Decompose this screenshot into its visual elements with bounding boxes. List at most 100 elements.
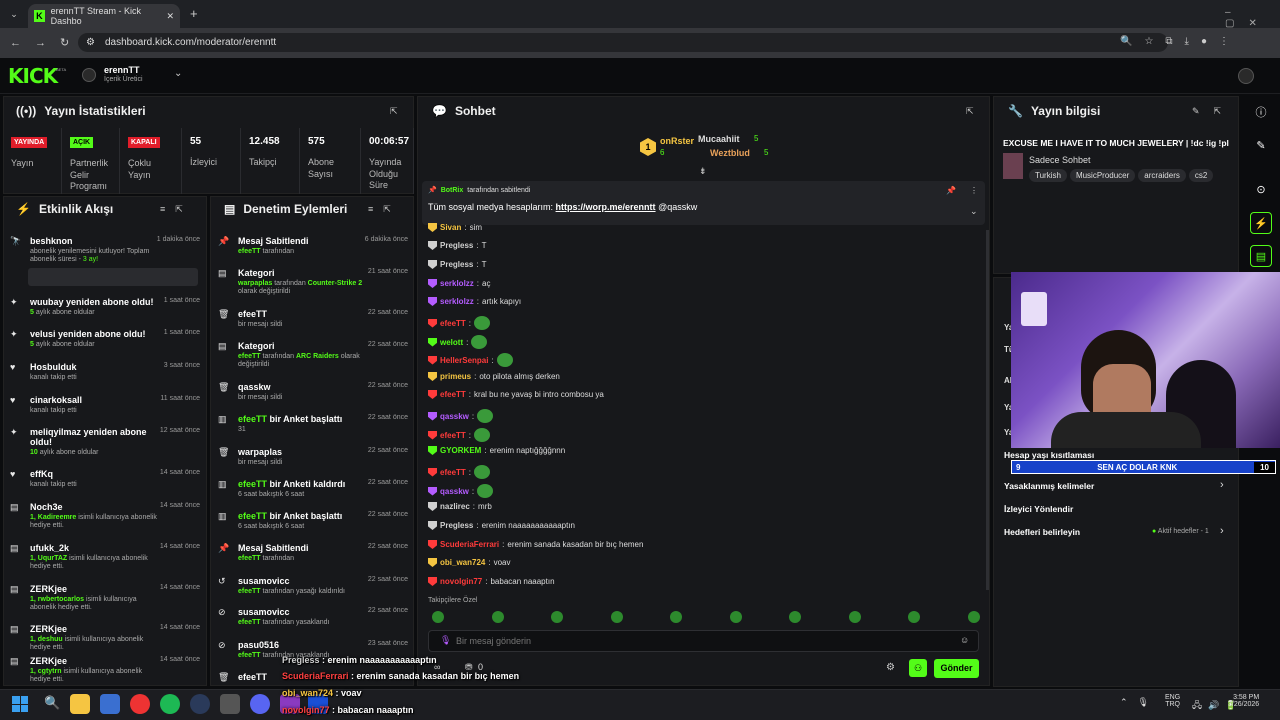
chat-username[interactable]: qasskw bbox=[440, 412, 469, 421]
chrome-icon[interactable] bbox=[130, 694, 150, 714]
emoji-icon[interactable]: ☺ bbox=[960, 635, 969, 645]
window-controls[interactable]: –▢✕ bbox=[1225, 7, 1280, 29]
popout-icon[interactable]: ⇱ bbox=[966, 106, 974, 117]
start-icon[interactable] bbox=[12, 696, 28, 712]
chat-username[interactable]: efeeTT bbox=[440, 390, 466, 399]
activity-item[interactable]: ▤ ufukk_2k 1, UqurTAZ isimli kullanıcıya a… bbox=[10, 543, 200, 572]
close-tab-icon[interactable]: ✕ bbox=[166, 11, 174, 22]
stream-tag[interactable]: Turkish bbox=[1029, 169, 1067, 182]
tray-icons[interactable]: ⌃🎙 bbox=[1120, 697, 1159, 708]
url-field[interactable]: ⚙ dashboard.kick.com/moderator/erenntt bbox=[78, 33, 1168, 52]
setting-banned-words[interactable]: Yasaklanmış kelimeler bbox=[1004, 481, 1094, 491]
chat-username[interactable]: primeus bbox=[440, 372, 471, 381]
moderation-item[interactable]: 📌 Mesaj Sabitlendi efeeTT tarafından 22 saa… bbox=[218, 543, 408, 563]
emote-button[interactable] bbox=[670, 611, 682, 623]
channel-name[interactable]: erennTT bbox=[104, 65, 140, 75]
chat-username[interactable]: Pregless bbox=[440, 521, 473, 530]
chat-username[interactable]: serklolzz bbox=[440, 297, 474, 306]
emote-button[interactable] bbox=[551, 611, 563, 623]
chat-username[interactable]: Pregless bbox=[440, 260, 473, 269]
filter-icon[interactable]: ≡⇱ bbox=[368, 204, 401, 215]
settings-gear-icon[interactable]: ⚙ bbox=[886, 662, 895, 673]
store-icon[interactable] bbox=[100, 694, 120, 714]
expand-leaders-icon[interactable]: ⇟ bbox=[699, 166, 707, 177]
browser-toolbar-icons[interactable]: 🔍☆⧉⤓●⋮ bbox=[1120, 36, 1241, 47]
filter-icon[interactable]: ≡⇱ bbox=[160, 204, 193, 215]
pinned-link[interactable]: https://worp.me/erenntt bbox=[556, 202, 656, 212]
emote-button[interactable] bbox=[610, 611, 623, 623]
emote-button[interactable] bbox=[848, 611, 861, 623]
activity-item[interactable]: ▤ ZERKjee 1, cgtytrn isimli kullanıcıya ab… bbox=[10, 656, 200, 685]
activity-item[interactable]: ✦ velusi yeniden abone oldu! 5 aylık abone… bbox=[10, 329, 200, 349]
microphone-icon[interactable]: 🎙 bbox=[440, 635, 451, 646]
activity-item[interactable]: ♥ effKq kanalı takip etti 14 saat önce bbox=[10, 469, 200, 489]
emote-button[interactable] bbox=[789, 611, 801, 623]
browser-tab[interactable]: K erennTT Stream - Kick Dashbo ✕ bbox=[28, 4, 180, 28]
moderation-item[interactable]: 🗑 warpaplas bir mesajı sildi 22 saat önce bbox=[218, 447, 408, 467]
discord-icon[interactable] bbox=[250, 694, 270, 714]
moderation-item[interactable]: ▤ Kategori efeeTT tarafından ARC Raiders o… bbox=[218, 341, 408, 370]
tab-search-icon[interactable]: ⌄ bbox=[6, 6, 22, 22]
setting-goals[interactable]: Hedefleri belirleyin bbox=[1004, 527, 1080, 537]
clock[interactable]: 3:58 PM 3/26/2026 bbox=[1228, 694, 1259, 708]
info-icon[interactable]: ⓘ bbox=[1250, 101, 1272, 123]
emote-button[interactable] bbox=[432, 611, 444, 623]
moderation-item[interactable]: ▥ efeeTT bir Anket başlattı 31 22 saat önce bbox=[218, 414, 408, 434]
chat-username[interactable]: ScuderiaFerrari bbox=[440, 540, 499, 549]
leader-name[interactable]: Weztblud bbox=[698, 148, 750, 158]
nav-buttons[interactable]: ←→↻ bbox=[10, 36, 83, 49]
chat-username[interactable]: nazlirec bbox=[440, 502, 470, 511]
activity-item[interactable]: ♥ Hosbulduk kanalı takip etti 3 saat önce bbox=[10, 362, 200, 382]
emote-button[interactable] bbox=[967, 611, 980, 623]
chat-username[interactable]: obi_wan724 bbox=[440, 558, 485, 567]
setting-account-age[interactable]: Hesap yaşı kısıtlaması bbox=[1004, 450, 1094, 460]
chat-username[interactable]: efeeTT bbox=[440, 468, 466, 477]
edit-icon[interactable]: ✎⇱ bbox=[1192, 106, 1235, 117]
new-tab-icon[interactable]: + bbox=[190, 6, 198, 21]
spotify-icon[interactable] bbox=[160, 694, 180, 714]
stream-tag[interactable]: cs2 bbox=[1188, 169, 1214, 182]
stream-tag[interactable]: MusicProducer bbox=[1069, 169, 1136, 182]
site-info-icon[interactable]: ⚙ bbox=[86, 37, 95, 48]
chat-username[interactable]: Sivan bbox=[440, 223, 461, 232]
moderation-item[interactable]: 🗑 efeeTT bir mesajı sildi 22 saat önce bbox=[218, 309, 408, 329]
file-explorer-icon[interactable] bbox=[70, 694, 90, 714]
emote-button[interactable] bbox=[908, 611, 920, 623]
activity-item[interactable]: ✦ meliqyilmaz yeniden abone oldu! 10 aylık… bbox=[10, 427, 200, 457]
leader-name[interactable]: Mucaahiit bbox=[698, 134, 740, 144]
activity-item[interactable]: 🔭 beshknon abonelik yenilemesini kutluyor!… bbox=[10, 236, 200, 265]
chevron-right-icon[interactable]: › bbox=[1220, 525, 1224, 537]
activity-item[interactable]: ▤ ZERKjee 1, rwbertocarlos isimli kullanıc… bbox=[10, 584, 200, 613]
moderation-item[interactable]: ↺ susamovicc efeeTT tarafından yasağı kald… bbox=[218, 576, 408, 596]
setting-redirect[interactable]: İzleyici Yönlendir bbox=[1004, 504, 1073, 514]
user-avatar[interactable] bbox=[1238, 68, 1254, 84]
activity-item[interactable]: ✦ wuubay yeniden abone oldu! 5 aylık abone… bbox=[10, 297, 200, 317]
kick-logo[interactable]: KICK bbox=[8, 64, 58, 88]
language-indicator[interactable]: ENG TRQ bbox=[1165, 694, 1180, 708]
chat-input[interactable] bbox=[456, 633, 936, 649]
chat-username[interactable]: efeeTT bbox=[440, 319, 466, 328]
moderation-item[interactable]: ▥ efeeTT bir Anketi kaldırdı 6 saat bakışt… bbox=[218, 479, 408, 499]
emote-button[interactable] bbox=[729, 611, 742, 623]
lightning-icon[interactable]: ⚡ bbox=[1250, 212, 1272, 234]
chat-username[interactable]: efeeTT bbox=[440, 431, 466, 440]
stream-tag[interactable]: arcraiders bbox=[1138, 169, 1186, 182]
bot-icon[interactable]: ⚇ bbox=[909, 659, 927, 677]
moderation-item[interactable]: ▤ Kategori warpaplas tarafından Counter-St… bbox=[218, 268, 408, 297]
moderation-item[interactable]: 🗑 qasskw bir mesajı sildi 22 saat önce bbox=[218, 382, 408, 402]
search-icon[interactable]: 🔍 bbox=[44, 695, 60, 711]
steam-icon[interactable] bbox=[190, 694, 210, 714]
chevron-right-icon[interactable]: › bbox=[1220, 479, 1224, 491]
chevron-down-icon[interactable]: ⌄ bbox=[970, 206, 978, 217]
popout-icon[interactable]: ⇱ bbox=[390, 106, 398, 117]
pinned-actions[interactable]: 📌⋮ bbox=[946, 186, 992, 195]
crosshair-icon[interactable]: ⊙ bbox=[1250, 178, 1272, 200]
moderation-item[interactable]: ⊘ susamovicc efeeTT tarafından yasaklandı 2… bbox=[218, 607, 408, 627]
chat-username[interactable]: Pregless bbox=[440, 241, 473, 250]
send-button[interactable]: Gönder bbox=[934, 659, 979, 678]
activity-item[interactable]: ♥ cinarkoksall kanalı takip etti 11 saat ön… bbox=[10, 395, 200, 415]
chat-username[interactable]: qasskw bbox=[440, 487, 469, 496]
leader-name[interactable]: onRster bbox=[660, 136, 694, 146]
chat-username[interactable]: HellerSenpai bbox=[440, 356, 488, 365]
chat-username[interactable]: novolgin77 bbox=[440, 577, 482, 586]
